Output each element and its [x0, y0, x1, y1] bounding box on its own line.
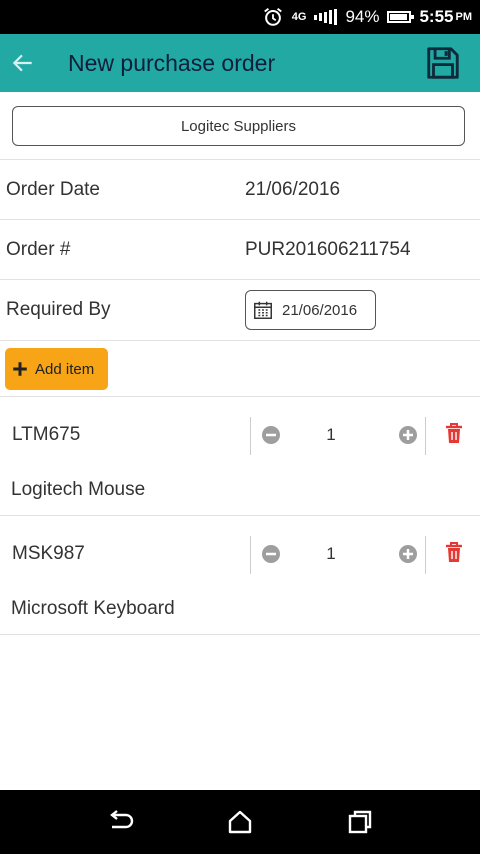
- arrow-left-icon: [12, 54, 32, 72]
- calendar-icon: [254, 301, 272, 319]
- nav-back-button[interactable]: [90, 790, 150, 854]
- home-icon: [228, 810, 252, 834]
- delete-button[interactable]: [444, 541, 464, 568]
- add-item-button[interactable]: Add item: [5, 348, 108, 390]
- signal-icon: [314, 9, 338, 25]
- order-number-label: Order #: [6, 238, 71, 260]
- clock-time: 5:55: [419, 7, 454, 26]
- order-date-row: Order Date 21/06/2016: [0, 160, 480, 220]
- back-icon: [110, 810, 134, 829]
- save-button[interactable]: [414, 34, 472, 92]
- back-button[interactable]: [0, 34, 46, 92]
- delete-button[interactable]: [444, 422, 464, 449]
- quantity-stepper: 1: [250, 417, 426, 455]
- item-code: LTM675: [12, 424, 81, 445]
- list-item: LTM675 1 Logitech Mouse: [0, 397, 480, 516]
- battery-percent: 94%: [345, 7, 380, 26]
- required-by-label: Required By: [6, 299, 111, 320]
- nav-recents-button[interactable]: [330, 790, 390, 854]
- add-item-label: Add item: [35, 360, 95, 378]
- recents-icon: [348, 810, 372, 834]
- required-by-date-picker[interactable]: 21/06/2016: [245, 290, 376, 330]
- order-number-value: PUR201606211754: [245, 238, 411, 260]
- item-code: MSK987: [12, 543, 85, 564]
- required-by-row: Required By 21/06/2016: [0, 280, 480, 341]
- plus-circle-icon: [399, 426, 417, 444]
- app-bar: New purchase order: [0, 34, 480, 92]
- plus-icon: [13, 362, 27, 376]
- quantity-value[interactable]: 1: [251, 544, 411, 564]
- order-date-label: Order Date: [6, 178, 100, 200]
- navigation-bar: [0, 790, 480, 854]
- quantity-stepper: 1: [250, 536, 426, 574]
- order-number-row: Order # PUR201606211754: [0, 220, 480, 280]
- battery-fill: [390, 14, 408, 20]
- trash-icon: [446, 423, 462, 443]
- alarm-icon: [262, 6, 284, 28]
- order-date-value: 21/06/2016: [245, 178, 341, 200]
- item-name: Logitech Mouse: [11, 479, 146, 500]
- plus-circle-icon: [399, 545, 417, 563]
- required-by-value: 21/06/2016: [282, 301, 358, 319]
- battery-icon: [387, 11, 415, 23]
- item-name: Microsoft Keyboard: [11, 598, 175, 619]
- increment-button[interactable]: [398, 425, 418, 450]
- trash-icon: [446, 542, 462, 562]
- clock-ampm: PM: [455, 11, 473, 23]
- add-item-row: Add item: [0, 341, 480, 397]
- floppy-disk-icon: [427, 47, 459, 79]
- quantity-value[interactable]: 1: [251, 425, 411, 445]
- increment-button[interactable]: [398, 544, 418, 569]
- status-bar: 4G 94% 5:55 PM: [0, 0, 480, 34]
- page-title: New purchase order: [68, 49, 276, 76]
- list-item: MSK987 1 Microsoft Keyboard: [0, 516, 480, 635]
- network-type: 4G: [291, 11, 307, 23]
- nav-home-button[interactable]: [210, 790, 270, 854]
- supplier-section: Logitec Suppliers: [0, 92, 480, 160]
- supplier-button[interactable]: Logitec Suppliers: [12, 106, 465, 146]
